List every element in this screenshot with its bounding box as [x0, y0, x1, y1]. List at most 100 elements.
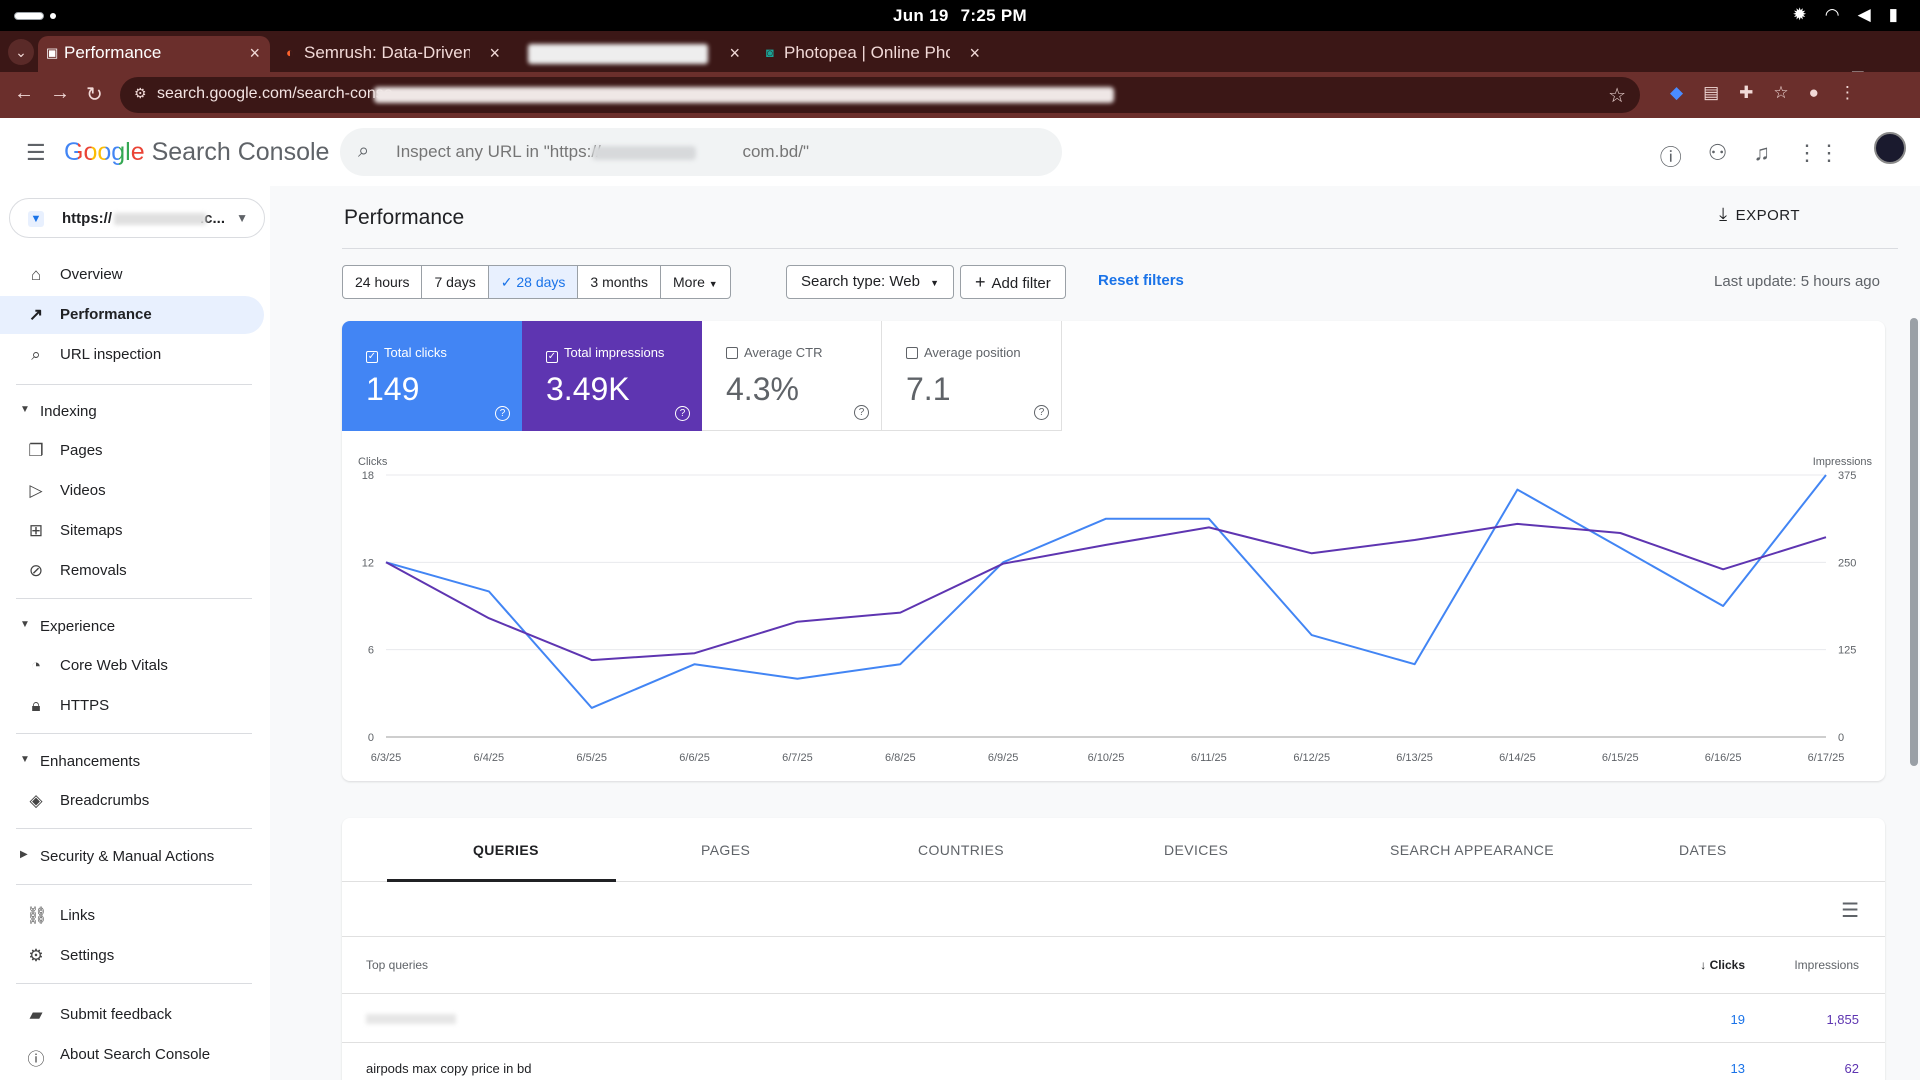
- tab-pages[interactable]: PAGES: [701, 842, 750, 858]
- sidebar-item-pages[interactable]: ❐ Pages: [0, 432, 264, 470]
- tab-dates[interactable]: DATES: [1679, 842, 1727, 858]
- manage-users-icon[interactable]: ⚇: [1708, 140, 1728, 172]
- date-range-label: More: [673, 274, 705, 290]
- date-range-more[interactable]: More ▼: [661, 266, 730, 298]
- sidebar-section-indexing[interactable]: ▼ Indexing: [0, 397, 264, 427]
- wifi-icon[interactable]: ◠: [1825, 5, 1840, 25]
- export-button[interactable]: ⤓ EXPORT: [1719, 204, 1800, 225]
- sidebar-item-settings[interactable]: ⚙ Settings: [0, 937, 264, 975]
- url-inspect-searchbox[interactable]: ⌕: [340, 128, 1062, 176]
- tab-queries[interactable]: QUERIES: [473, 842, 539, 858]
- property-selector[interactable]: ▼ https://.c... ▼: [9, 198, 265, 238]
- sidebar-item-links[interactable]: ⛓ Links: [0, 897, 264, 935]
- sidebar-item-videos[interactable]: ▷ Videos: [0, 472, 264, 510]
- battery-icon[interactable]: ▮: [1889, 5, 1898, 25]
- page-scrollbar[interactable]: [1910, 318, 1918, 766]
- browser-tab-semrush[interactable]: ◐ Semrush: Data-Driven M ×: [278, 36, 510, 72]
- y-tick-right-label: 375: [1838, 470, 1856, 482]
- main-menu-icon[interactable]: ☰: [26, 140, 46, 166]
- profile-avatar-icon[interactable]: ●: [1809, 83, 1819, 103]
- search-type-filter[interactable]: Search type: Web ▼: [786, 265, 955, 299]
- page-title: Performance: [344, 206, 465, 229]
- metric-total-clicks[interactable]: ✓ Total clicks 149 ?: [342, 321, 522, 431]
- site-info-icon[interactable]: ⚙: [134, 85, 147, 102]
- sidebar-section-enhancements[interactable]: ▼ Enhancements: [0, 747, 264, 777]
- url-inspect-input[interactable]: [396, 140, 1036, 164]
- sidebar-item-removals[interactable]: ⊘ Removals: [0, 552, 264, 590]
- browser-menu-icon[interactable]: ⋮: [1839, 83, 1856, 103]
- sidebar-item-breadcrumbs[interactable]: ◈ Breadcrumbs: [0, 782, 264, 820]
- checkbox-checked-icon[interactable]: ✓: [546, 351, 558, 363]
- metric-average-position[interactable]: Average position 7.1 ?: [882, 321, 1062, 431]
- sidebar-item-url-inspection[interactable]: ⌕ URL inspection: [0, 336, 264, 374]
- date-range-3-months[interactable]: 3 months: [578, 266, 661, 298]
- date-range-24-hours[interactable]: 24 hours: [343, 266, 423, 298]
- tab-search-button[interactable]: ⌄: [8, 39, 34, 65]
- sidebar-section-security[interactable]: ▶ Security & Manual Actions: [0, 842, 264, 872]
- url-text[interactable]: search.google.com/search-conso: [157, 85, 393, 103]
- search-console-logo[interactable]: Google Search Console: [64, 138, 329, 167]
- extension-code-icon[interactable]: ▤: [1703, 83, 1719, 103]
- extensions-puzzle-icon[interactable]: ✚: [1739, 83, 1753, 103]
- performance-line-chart[interactable]: 0 0 6 125 12 250 18 375 Clicks Impressions 6/3/25 6…: [342, 445, 1885, 775]
- close-tab-icon[interactable]: ×: [489, 36, 500, 70]
- close-tab-icon[interactable]: ×: [729, 36, 740, 70]
- help-question-icon[interactable]: ?: [675, 406, 690, 421]
- address-bar[interactable]: ⚙ search.google.com/search-conso ☆: [120, 77, 1640, 113]
- metric-value: 3.49K: [546, 371, 630, 407]
- reset-filters-link[interactable]: Reset filters: [1098, 272, 1184, 289]
- forward-icon[interactable]: →: [50, 82, 70, 105]
- close-tab-icon[interactable]: ×: [249, 36, 260, 70]
- sidebar-item-https[interactable]: 🔒︎ HTTPS: [0, 687, 264, 725]
- tab-countries[interactable]: COUNTRIES: [918, 842, 1004, 858]
- volume-icon[interactable]: ◀: [1858, 5, 1871, 25]
- metric-average-ctr[interactable]: Average CTR 4.3% ?: [702, 321, 882, 431]
- apps-grid-icon[interactable]: ⋮⋮: [1796, 140, 1840, 172]
- checkbox-checked-icon[interactable]: ✓: [366, 351, 378, 363]
- help-icon[interactable]: ⓘ: [1660, 140, 1682, 172]
- metric-total-impressions[interactable]: ✓ Total impressions 3.49K ?: [522, 321, 702, 431]
- extension-tag-icon[interactable]: ◆: [1670, 83, 1683, 103]
- sidebar-item-about[interactable]: ⓘ About Search Console: [0, 1036, 264, 1074]
- brightness-icon[interactable]: ✹: [1792, 5, 1806, 25]
- close-tab-icon[interactable]: ×: [969, 36, 980, 70]
- back-icon[interactable]: ←: [14, 82, 34, 105]
- column-label: Clicks: [1709, 958, 1745, 972]
- date-range-28-days[interactable]: ✓ 28 days: [488, 266, 579, 298]
- column-header-clicks[interactable]: ↓ Clicks: [1700, 958, 1745, 972]
- filter-rows-icon[interactable]: ☰: [1841, 898, 1859, 923]
- os-status-bar: Jun 19 7:25 PM ✹ ◠ ◀ ▮: [0, 0, 1920, 31]
- sidebar-section-experience[interactable]: ▼ Experience: [0, 612, 264, 642]
- bookmarks-icon[interactable]: ☆: [1773, 83, 1788, 103]
- column-header-impressions[interactable]: Impressions: [1794, 958, 1859, 972]
- add-filter-button[interactable]: + Add filter: [960, 265, 1066, 299]
- tab-devices[interactable]: DEVICES: [1164, 842, 1228, 858]
- account-avatar[interactable]: [1874, 132, 1906, 164]
- help-question-icon[interactable]: ?: [854, 405, 869, 420]
- checkbox-unchecked-icon[interactable]: [906, 347, 918, 359]
- table-row[interactable]: airpods max copy price in bd 13 62: [342, 1043, 1885, 1080]
- sidebar-item-performance[interactable]: ↗ Performance: [0, 296, 264, 334]
- sidebar-item-sitemaps[interactable]: ⊞ Sitemaps: [0, 512, 264, 550]
- bookmark-star-icon[interactable]: ☆: [1608, 83, 1626, 108]
- notifications-bell-icon[interactable]: ♫: [1754, 140, 1771, 172]
- plus-icon: +: [975, 272, 986, 292]
- help-question-icon[interactable]: ?: [495, 406, 510, 421]
- reload-icon[interactable]: ↻: [86, 82, 103, 107]
- browser-tab-photopea[interactable]: ◙ Photopea | Online Phot ×: [758, 36, 990, 72]
- home-icon: ⌂: [30, 265, 42, 284]
- date-range-7-days[interactable]: 7 days: [422, 266, 489, 298]
- table-row[interactable]: 19 1,855: [342, 994, 1885, 1043]
- sidebar-divider: [16, 828, 252, 829]
- tab-title: Semrush: Data-Driven M: [304, 43, 470, 62]
- help-question-icon[interactable]: ?: [1034, 405, 1049, 420]
- tab-search-appearance[interactable]: SEARCH APPEARANCE: [1390, 842, 1554, 858]
- sidebar-item-core-web-vitals[interactable]: ◔ Core Web Vitals: [0, 647, 264, 685]
- sidebar-item-overview[interactable]: ⌂ Overview: [0, 256, 264, 294]
- checkbox-unchecked-icon[interactable]: [726, 347, 738, 359]
- x-tick-label: 6/8/25: [885, 752, 916, 764]
- sidebar-item-submit-feedback[interactable]: ▰ Submit feedback: [0, 996, 264, 1034]
- browser-tab-performance[interactable]: ▣ Performance ×: [38, 36, 270, 72]
- metric-value: 149: [366, 371, 420, 407]
- browser-tab-redacted[interactable]: ×: [518, 36, 750, 72]
